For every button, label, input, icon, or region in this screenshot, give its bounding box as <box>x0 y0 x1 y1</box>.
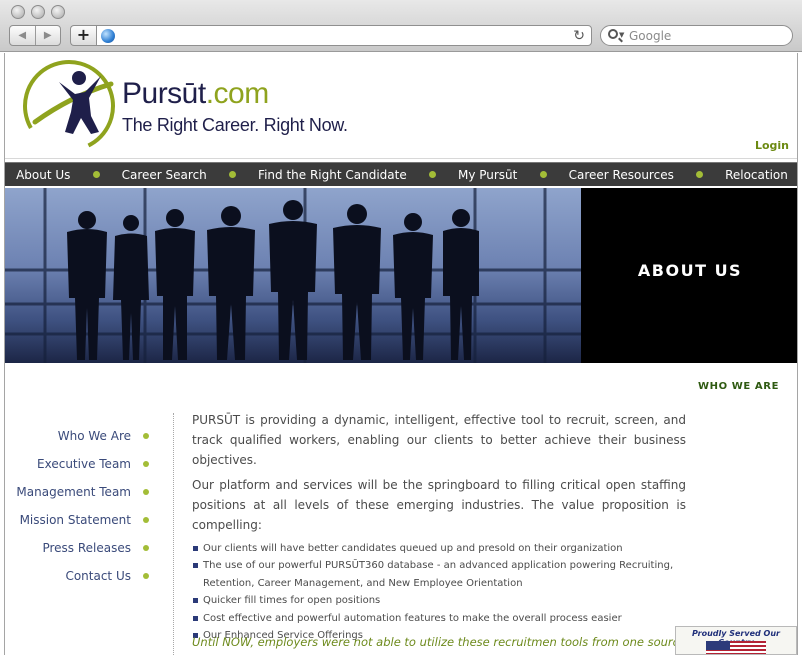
nav-relocation[interactable]: Relocation <box>725 168 788 182</box>
list-item: Cost effective and powerful automation f… <box>192 610 686 627</box>
sidebar-item-management-team[interactable]: Management Team <box>5 479 151 507</box>
hero-banner: ABOUT US <box>5 188 797 363</box>
list-item: Our clients will have better candidates … <box>192 540 686 557</box>
intro-paragraph: PURSŪT is providing a dynamic, intellige… <box>192 413 686 467</box>
logo-figure-icon[interactable] <box>19 56 121 156</box>
chevron-down-icon[interactable]: ▼ <box>619 31 624 39</box>
nav-career-resources[interactable]: Career Resources <box>569 168 674 182</box>
forward-button[interactable]: ▶ <box>36 26 61 45</box>
search-placeholder: Google <box>629 29 672 43</box>
nav-separator <box>695 171 703 178</box>
globe-icon <box>101 29 115 43</box>
back-button[interactable]: ◀ <box>10 26 36 45</box>
history-buttons: ◀ ▶ <box>9 25 61 46</box>
list-item: The use of our powerful PURSŪT360 databa… <box>192 557 686 592</box>
sidebar-item-contact-us[interactable]: Contact Us <box>5 563 151 591</box>
sidebar-item-who-we-are[interactable]: Who We Are <box>5 423 151 451</box>
veteran-badge[interactable]: Proudly Served Our Country <box>675 626 797 655</box>
search-icon <box>608 29 618 39</box>
login-link[interactable]: Login <box>755 139 789 152</box>
reload-icon[interactable]: ↻ <box>573 26 585 46</box>
browser-toolbar: ◀ ▶ + ↻ ▼ Google <box>0 0 802 52</box>
close-window-button[interactable] <box>11 5 25 19</box>
sidebar-item-mission-statement[interactable]: Mission Statement <box>5 507 151 535</box>
nav-career-search[interactable]: Career Search <box>122 168 207 182</box>
zoom-window-button[interactable] <box>51 5 65 19</box>
minimize-window-button[interactable] <box>31 5 45 19</box>
main-content: PURSŪT is providing a dynamic, intellige… <box>192 410 686 644</box>
add-bookmark-button[interactable]: + <box>70 25 96 46</box>
site-header: Pursūt.com The Right Career. Right Now. … <box>5 53 797 159</box>
value-list: Our clients will have better candidates … <box>192 540 686 644</box>
closing-statement: Until NOW, employers were not able to ut… <box>192 635 690 649</box>
brand-suffix: .com <box>205 77 270 110</box>
address-bar[interactable]: ↻ <box>96 25 592 46</box>
search-input[interactable]: ▼ Google <box>600 25 793 46</box>
page-title: ABOUT US <box>637 261 743 280</box>
hero-image <box>5 188 581 363</box>
sidebar-item-executive-team[interactable]: Executive Team <box>5 451 151 479</box>
brand-main: Pursūt <box>122 77 206 110</box>
site-tagline: The Right Career. Right Now. <box>122 115 348 135</box>
us-flag-icon <box>706 641 766 654</box>
nav-separator <box>92 171 100 178</box>
section-heading: WHO WE ARE <box>698 381 779 392</box>
silhouette-people-icon <box>5 188 581 363</box>
list-item: Quicker fill times for open positions <box>192 592 686 609</box>
nav-my-pursut[interactable]: My Pursūt <box>458 168 517 182</box>
nav-about-us[interactable]: About Us <box>16 168 70 182</box>
platform-paragraph: Our platform and services will be the sp… <box>192 478 686 532</box>
brand-name[interactable]: Pursūt.com <box>122 77 269 111</box>
nav-find-candidate[interactable]: Find the Right Candidate <box>258 168 407 182</box>
nav-separator <box>539 171 547 178</box>
web-page: Pursūt.com The Right Career. Right Now. … <box>4 53 798 655</box>
content-divider <box>173 413 174 655</box>
main-nav: About Us Career Search Find the Right Ca… <box>5 162 797 186</box>
nav-separator <box>228 171 236 178</box>
nav-separator <box>428 171 436 178</box>
sidebar-item-press-releases[interactable]: Press Releases <box>5 535 151 563</box>
side-nav: Who We Are Executive Team Management Tea… <box>5 423 151 591</box>
